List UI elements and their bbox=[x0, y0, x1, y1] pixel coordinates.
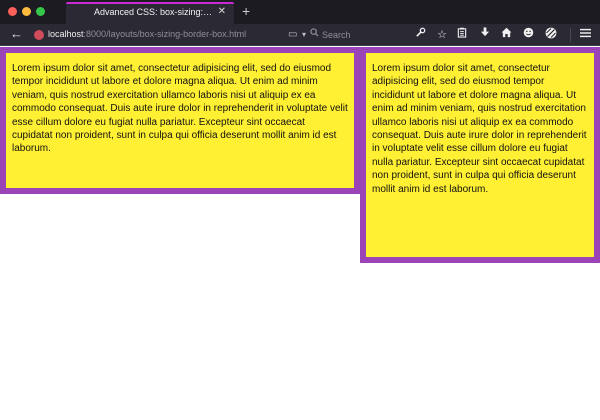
clipboard-icon[interactable] bbox=[454, 27, 470, 43]
search-input[interactable] bbox=[322, 27, 398, 42]
wrench-icon[interactable] bbox=[412, 27, 428, 43]
tab-title: Advanced CSS: box-sizing: bor… bbox=[94, 7, 214, 17]
url-bar[interactable]: localhost:8000/layouts/box-sizing-border… bbox=[30, 27, 306, 43]
tab-accent-bar bbox=[66, 2, 234, 4]
home-icon[interactable] bbox=[498, 27, 514, 43]
url-port: :8000 bbox=[83, 29, 107, 39]
window-minimize-button[interactable] bbox=[22, 7, 31, 16]
hamburger-menu-icon[interactable] bbox=[577, 27, 593, 43]
browser-tab-active[interactable]: Advanced CSS: box-sizing: bor… ✕ bbox=[66, 2, 234, 24]
browser-navbar: ← localhost:8000/layouts/box-sizing-bord… bbox=[0, 24, 600, 46]
content-box-right: Lorem ipsum dolor sit amet, consectetur … bbox=[360, 47, 600, 263]
content-box-left: Lorem ipsum dolor sit amet, consectetur … bbox=[0, 47, 360, 194]
back-button[interactable]: ← bbox=[10, 27, 23, 41]
window-close-button[interactable] bbox=[8, 7, 17, 16]
emoji-icon[interactable] bbox=[520, 27, 536, 43]
window-titlebar: Advanced CSS: box-sizing: bor… ✕ + bbox=[0, 0, 600, 24]
content-box-right-text: Lorem ipsum dolor sit amet, consectetur … bbox=[372, 63, 587, 195]
download-icon[interactable] bbox=[477, 27, 493, 43]
url-path: /layouts/box-sizing-border-box.html bbox=[106, 29, 247, 39]
toolbar-separator bbox=[570, 28, 571, 42]
content-box-left-text: Lorem ipsum dolor sit amet, consectetur … bbox=[12, 63, 348, 155]
reader-view-icon[interactable]: ▭ bbox=[288, 29, 297, 41]
sync-icon[interactable] bbox=[543, 27, 559, 43]
window-zoom-button[interactable] bbox=[36, 7, 45, 16]
tab-close-icon[interactable]: ✕ bbox=[218, 6, 226, 18]
url-host: localhost bbox=[48, 29, 84, 39]
url-text[interactable]: localhost:8000/layouts/box-sizing-border… bbox=[48, 29, 276, 39]
search-icon bbox=[310, 28, 319, 41]
star-icon[interactable]: ☆ bbox=[434, 27, 450, 43]
new-tab-button[interactable]: + bbox=[242, 4, 250, 18]
search-box[interactable] bbox=[306, 27, 402, 43]
site-identity-icon[interactable] bbox=[34, 30, 44, 40]
